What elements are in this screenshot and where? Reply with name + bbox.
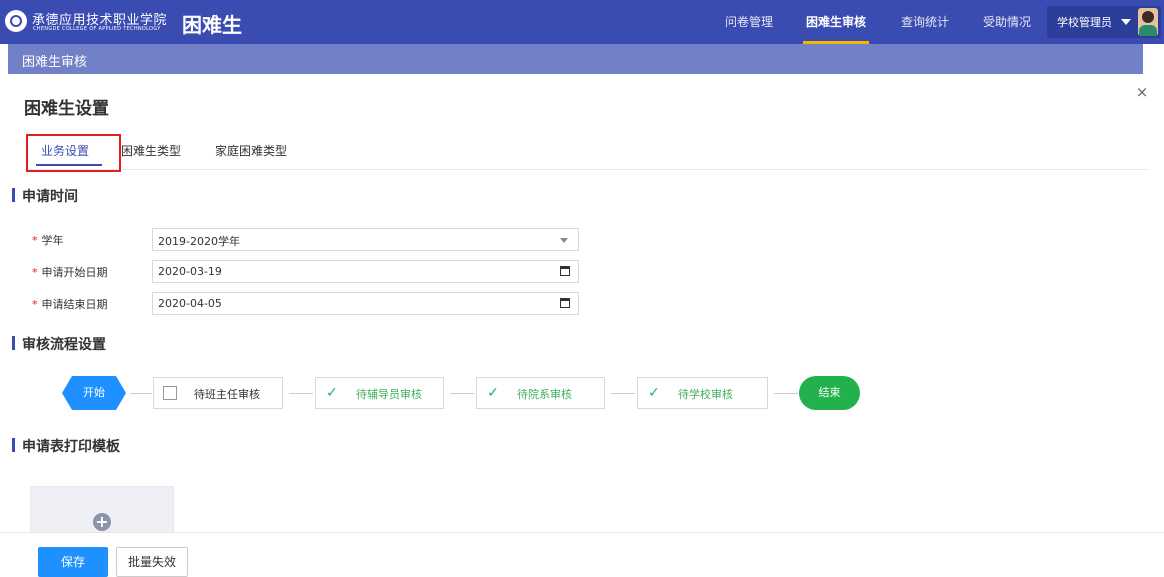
tab-business-settings[interactable]: 业务设置 — [41, 142, 89, 159]
caret-down-icon — [1121, 19, 1131, 25]
check-icon: ✓ — [326, 385, 338, 401]
top-navigation-bar: 承德应用技术职业学院 CHENGDE COLLEGE OF APPLIED TE… — [0, 0, 1164, 44]
academic-year-select[interactable]: 2019-2020学年 — [152, 228, 579, 251]
flow-step-school[interactable]: ✓ 待学校审核 — [637, 377, 768, 409]
settings-dialog: 困难生设置 × 业务设置 困难生类型 家庭困难类型 申请时间 * 学年 2019-… — [8, 74, 1156, 576]
calendar-icon — [560, 266, 570, 276]
breadcrumb-current: 困难生审核 — [22, 55, 88, 70]
section-apply-time: 申请时间 — [12, 186, 78, 206]
breadcrumb: 困难生审核 — [8, 44, 1143, 74]
flow-connector — [774, 393, 798, 394]
flow-step-class-teacher[interactable]: 待班主任审核 — [153, 377, 283, 409]
flow-connector — [611, 393, 635, 394]
footer-actions: 保存 批量失效 — [0, 532, 1164, 577]
checkbox-icon — [163, 386, 177, 400]
flow-connector — [289, 393, 313, 394]
nav-item-query-stats[interactable]: 查询统计 — [898, 0, 952, 44]
flow-end-node: 结束 — [799, 376, 860, 410]
field-label-end-date: * 申请结束日期 — [32, 298, 108, 311]
nav-item-hardship-review[interactable]: 困难生审核 — [803, 0, 869, 44]
field-label-academic-year: * 学年 — [32, 234, 64, 247]
check-icon: ✓ — [487, 385, 499, 401]
section-print-template: 申请表打印模板 — [12, 436, 120, 456]
school-name-en: CHENGDE COLLEGE OF APPLIED TECHNOLOGY — [33, 26, 161, 32]
dialog-title: 困难生设置 — [24, 99, 109, 119]
batch-invalidate-button[interactable]: 批量失效 — [116, 547, 188, 577]
start-date-field[interactable]: 2020-03-19 — [152, 260, 579, 283]
nav-item-aid-status[interactable]: 受助情况 — [980, 0, 1034, 44]
school-logo-icon — [5, 10, 27, 32]
save-button[interactable]: 保存 — [38, 547, 108, 577]
nav-item-questionnaire[interactable]: 问卷管理 — [724, 0, 774, 44]
user-name: 学校管理员 — [1057, 16, 1112, 29]
flow-connector — [450, 393, 474, 394]
plus-circle-icon: + — [93, 513, 111, 531]
avatar — [1138, 8, 1158, 36]
flow-step-department[interactable]: ✓ 待院系审核 — [476, 377, 605, 409]
app-title: 困难生 — [182, 13, 242, 37]
calendar-icon — [560, 298, 570, 308]
end-date-field[interactable]: 2020-04-05 — [152, 292, 579, 315]
field-label-start-date: * 申请开始日期 — [32, 266, 108, 279]
tab-bar: 业务设置 困难生类型 家庭困难类型 — [24, 134, 1149, 172]
user-menu[interactable]: 学校管理员 — [1047, 6, 1161, 38]
check-icon: ✓ — [648, 385, 660, 401]
flow-start-node: 开始 — [62, 376, 126, 410]
close-icon[interactable]: × — [1134, 84, 1150, 100]
chevron-down-icon — [560, 238, 568, 243]
tab-family-hardship-types[interactable]: 家庭困难类型 — [215, 142, 287, 159]
flow-step-counselor[interactable]: ✓ 待辅导员审核 — [315, 377, 444, 409]
tab-active-indicator — [36, 164, 102, 166]
section-review-flow: 审核流程设置 — [12, 334, 106, 354]
flow-connector — [130, 393, 152, 394]
tab-hardship-types[interactable]: 困难生类型 — [121, 142, 181, 159]
